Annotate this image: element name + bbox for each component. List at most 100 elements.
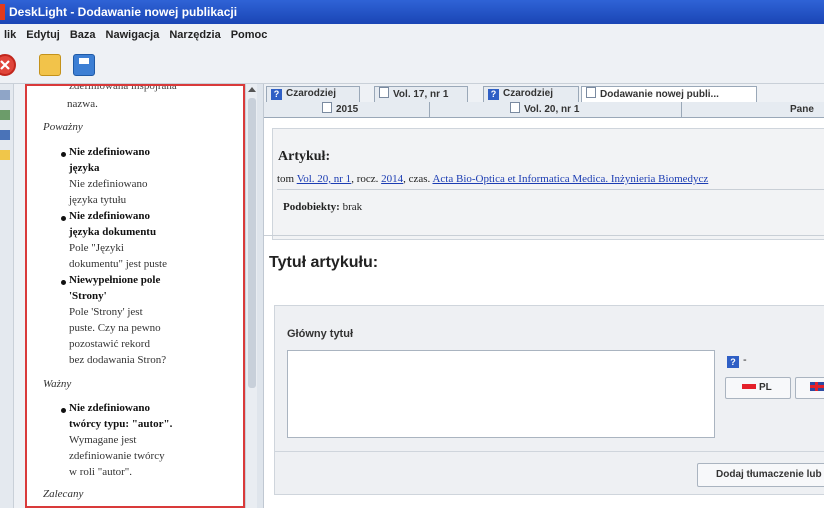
save-icon[interactable] (73, 54, 95, 76)
language-value: - (743, 354, 747, 366)
tab-new-publication[interactable]: Dodawanie nowej publi... (581, 86, 757, 102)
bullet (61, 152, 66, 157)
pl-flag-icon (742, 384, 756, 389)
article-heading: Artykuł: (278, 149, 331, 164)
year-link[interactable]: 2014 (381, 173, 403, 185)
uk-flag-icon (810, 382, 824, 391)
divider (264, 235, 824, 236)
message-title: Niewypełnione pole (69, 274, 161, 286)
message-title: Nie zdefiniowano (69, 146, 150, 158)
open-icon[interactable] (39, 54, 61, 76)
question-icon: ? (271, 89, 282, 100)
bullet (61, 216, 66, 221)
tab-label: Czarodziej (503, 88, 554, 99)
bullet (61, 280, 66, 285)
menu-help[interactable]: Pomoc (231, 29, 268, 41)
message-title: języka (69, 162, 100, 174)
message-desc: dokumentu" jest puste (69, 258, 167, 270)
subobjects: Podobiekty: brak (283, 201, 362, 213)
category-serious: Poważny (43, 121, 83, 133)
tab-label: 2015 (336, 104, 359, 115)
tab-label: Vol. 20, nr 1 (524, 104, 580, 115)
main-title-textarea[interactable] (287, 350, 715, 438)
message-tail: nazwa. (67, 98, 98, 110)
divider (277, 189, 824, 190)
volume-link[interactable]: Vol. 20, nr 1 (297, 173, 352, 185)
leaf-icon[interactable] (0, 110, 10, 120)
toolbar (0, 46, 824, 84)
main-content: Artykuł: tom Vol. 20, nr 1, rocz. 2014, … (264, 118, 824, 508)
message-desc: Pole "Języki (69, 242, 124, 254)
close-icon[interactable] (0, 54, 16, 76)
tab-vol-17[interactable]: Vol. 17, nr 1 (374, 86, 468, 102)
validation-messages-panel: zdefiniowana inspojrana nazwa. Poważny N… (25, 84, 245, 508)
second-tab-bar: 2015 Vol. 20, nr 1 Pane (264, 102, 824, 118)
menu-navigation[interactable]: Nawigacja (106, 29, 160, 41)
scroll-up-icon[interactable] (248, 87, 256, 92)
divider (275, 451, 824, 452)
question-icon: ? (488, 89, 499, 100)
tab-label: Czarodziej (286, 88, 337, 99)
bullet (61, 408, 66, 413)
tab-label: Pane (790, 104, 814, 115)
tab-panel[interactable]: Pane (682, 102, 824, 118)
top-tab-bar: ? Czarodziej Vol. 17, nr 1 ? Czarodziej Do… (264, 86, 824, 102)
scroll-thumb[interactable] (248, 98, 256, 388)
split-pane-divider[interactable] (257, 84, 264, 508)
language-question-icon[interactable]: ? (727, 356, 739, 368)
side-icon-strip (0, 84, 14, 508)
add-translation-button[interactable]: Dodaj tłumaczenie lub (697, 463, 824, 487)
users-icon[interactable] (0, 130, 10, 140)
year-prefix: , rocz. (351, 173, 379, 185)
language-pl-button[interactable]: PL (725, 377, 791, 399)
message-desc: bez dodawania Stron? (69, 354, 167, 366)
message-desc: Pole 'Strony' jest (69, 306, 143, 318)
language-pl-label: PL (759, 382, 772, 393)
tree-icon[interactable] (0, 90, 10, 100)
subobjects-label: Podobiekty: (283, 201, 340, 213)
message-desc: Nie zdefiniowano (69, 178, 148, 190)
menu-edit[interactable]: Edytuj (26, 29, 60, 41)
category-recommended: Zalecany (43, 488, 84, 500)
menu-database[interactable]: Baza (70, 29, 96, 41)
message-title: języka dokumentu (69, 226, 157, 238)
message-desc: Wymagane jest (69, 434, 137, 446)
title-bar: DeskLight - Dodawanie nowej publikacji (0, 0, 824, 24)
edit-icon (586, 87, 596, 98)
subobjects-value: brak (342, 201, 363, 213)
tab-wizard-2[interactable]: ? Czarodziej (483, 86, 579, 102)
main-title-label: Główny tytuł (287, 328, 353, 340)
clipped-message: zdefiniowana inspojrana (69, 84, 177, 92)
messages-scrollbar[interactable] (245, 84, 257, 508)
main-title-panel: Główny tytuł ? - PL Dodaj tłumaczenie lu… (274, 305, 824, 495)
document-icon (379, 87, 389, 98)
document-icon (510, 102, 520, 113)
journal-prefix: , czas. (403, 173, 431, 185)
app-icon (0, 4, 5, 20)
tab-vol-20[interactable]: Vol. 20, nr 1 (430, 102, 682, 118)
meta-prefix: tom (277, 173, 295, 185)
menu-bar: lik Edytuj Baza Nawigacja Narzędzia Pomo… (0, 24, 824, 46)
message-title: Nie zdefiniowano (69, 210, 150, 222)
message-title: Nie zdefiniowano (69, 402, 150, 414)
section-title: Tytuł artykułu: (269, 254, 379, 271)
message-title: twórcy typu: "autor". (69, 418, 173, 430)
tab-2015[interactable]: 2015 (264, 102, 430, 118)
document-icon (322, 102, 332, 113)
menu-tools[interactable]: Narzędzia (169, 29, 220, 41)
message-title: 'Strony' (69, 290, 107, 302)
tab-label: Vol. 17, nr 1 (393, 89, 449, 100)
article-info-box: Artykuł: tom Vol. 20, nr 1, rocz. 2014, … (272, 128, 824, 240)
tab-wizard-1[interactable]: ? Czarodziej (266, 86, 360, 102)
tab-label: Dodawanie nowej publi... (600, 89, 719, 100)
article-meta: tom Vol. 20, nr 1, rocz. 2014, czas. Act… (277, 173, 708, 185)
menu-file[interactable]: lik (4, 29, 16, 41)
message-desc: w roli "autor". (69, 466, 133, 478)
category-important: Ważny (43, 378, 72, 390)
star-icon[interactable] (0, 150, 10, 160)
message-desc: pozostawić rekord (69, 338, 150, 350)
journal-link[interactable]: Acta Bio-Optica et Informatica Medica. I… (432, 173, 708, 185)
message-desc: zdefiniowanie twórcy (69, 450, 165, 462)
message-desc: puste. Czy na pewno (69, 322, 161, 334)
language-en-button[interactable] (795, 377, 824, 399)
